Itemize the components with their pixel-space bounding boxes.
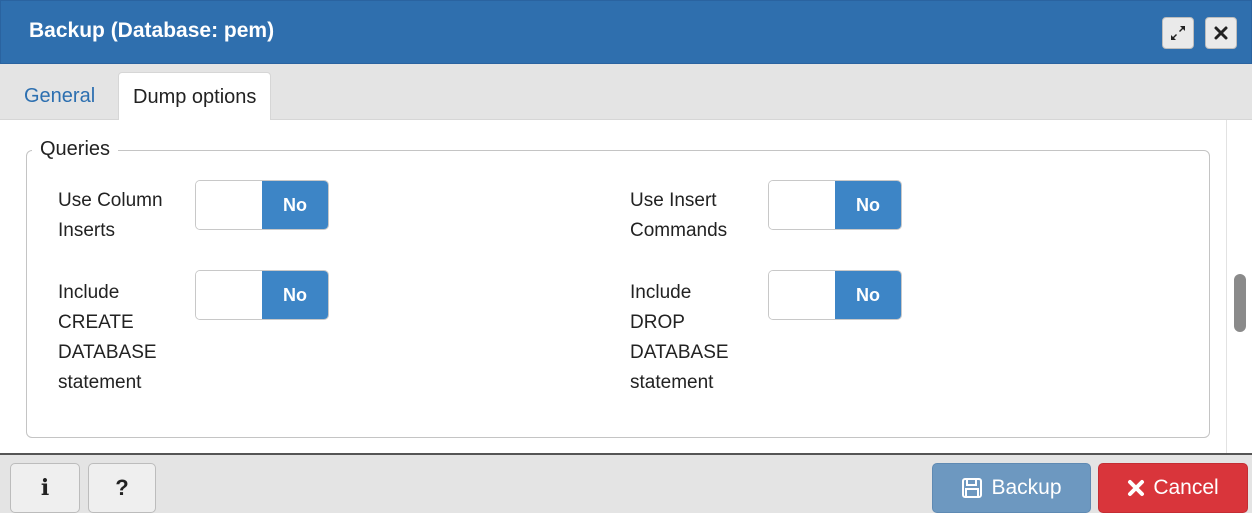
switch-off-side [196,181,262,229]
maximize-button[interactable] [1162,17,1194,49]
include-create-database-label: Include CREATE DATABASE statement [58,282,157,393]
include-create-database-switch[interactable]: No [195,270,329,320]
dialog-titlebar: Backup (Database: pem) [0,0,1252,64]
include-drop-database-switch[interactable]: No [768,270,902,320]
switch-value: No [835,271,901,319]
info-button[interactable]: i [10,463,80,513]
switch-off-side [196,271,262,319]
scrollbar-thumb[interactable] [1234,274,1246,332]
dialog-title: Backup (Database: pem) [29,19,275,42]
dialog-footer: i ? Backup Cancel [0,453,1252,513]
help-icon: ? [115,475,129,500]
expand-icon [1171,26,1185,40]
use-insert-commands-switch[interactable]: No [768,180,902,230]
dialog-content: Queries Use Column Inserts No Use Insert… [0,120,1252,453]
cancel-button[interactable]: Cancel [1098,463,1248,513]
close-button[interactable] [1205,17,1237,49]
tab-dump-options[interactable]: Dump options [118,72,272,121]
backup-label: Backup [991,476,1062,499]
switch-off-side [769,181,835,229]
switch-value: No [262,271,328,319]
x-icon [1128,480,1145,496]
cancel-label: Cancel [1153,476,1219,499]
vertical-scrollbar[interactable] [1226,120,1252,453]
help-button[interactable]: ? [88,463,156,513]
info-icon: i [40,475,50,501]
switch-value: No [262,181,328,229]
use-column-inserts-switch[interactable]: No [195,180,329,230]
save-icon [962,478,983,498]
switch-off-side [769,271,835,319]
queries-legend: Queries [32,138,119,161]
use-column-inserts-label: Use Column Inserts [58,190,163,241]
backup-button[interactable]: Backup [932,463,1091,513]
tab-bar: General Dump options [0,64,1252,121]
close-icon [1214,26,1228,40]
tab-general[interactable]: General [10,72,109,120]
use-insert-commands-label: Use Insert Commands [630,190,728,241]
switch-value: No [835,181,901,229]
include-drop-database-label: Include DROP DATABASE statement [630,282,729,393]
